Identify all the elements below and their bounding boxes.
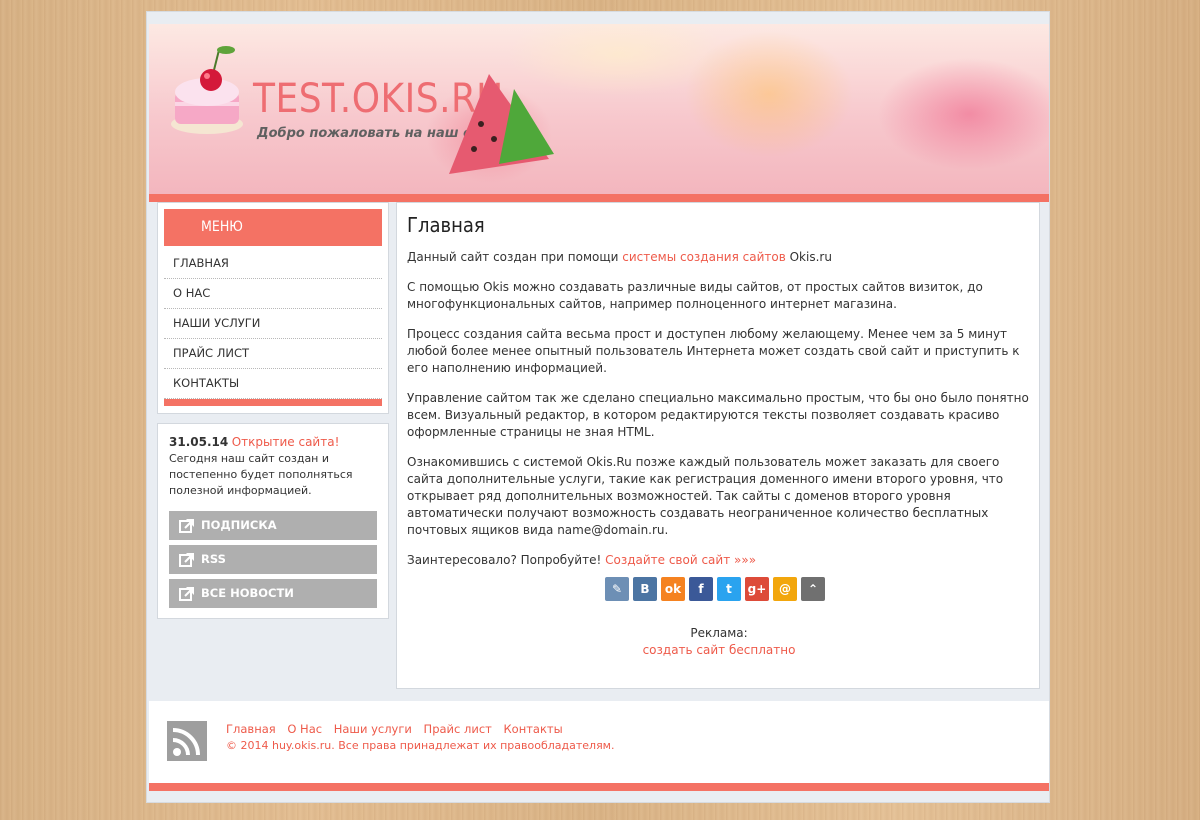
external-link-icon (179, 519, 194, 533)
menu-item-pricelist[interactable]: ПРАЙС ЛИСТ (164, 339, 382, 369)
menu-item-about[interactable]: О НАС (164, 279, 382, 309)
mailru-icon[interactable]: @ (773, 577, 797, 601)
livejournal-icon[interactable]: ✎ (605, 577, 629, 601)
news-text: Сегодня наш сайт создан и постепенно буд… (169, 452, 353, 497)
footer: Главная О Нас Наши услуги Прайс лист Кон… (149, 701, 1049, 783)
paragraph-text: Заинтересовало? Попробуйте! (407, 553, 606, 567)
footer-link-contacts[interactable]: Контакты (504, 722, 563, 736)
news-date: 31.05.14 (169, 435, 229, 449)
create-site-link[interactable]: Создайте свой сайт »»» (605, 553, 756, 567)
all-news-label: ВСЕ НОВОСТИ (201, 586, 294, 600)
watermelon-cake-decoration (449, 74, 554, 174)
page-container: TEST.OKIS.RU Добро пожаловать на наш сай… (146, 11, 1050, 803)
facebook-icon[interactable]: f (689, 577, 713, 601)
twitter-icon[interactable]: t (717, 577, 741, 601)
menu-item-services[interactable]: НАШИ УСЛУГИ (164, 309, 382, 339)
subscribe-button[interactable]: ПОДПИСКА (169, 511, 377, 540)
header-accent-bar (149, 194, 1049, 202)
main-content: Главная Данный сайт создан при помощи си… (396, 202, 1040, 689)
paragraph-text: Данный сайт создан при помощи (407, 250, 623, 264)
news-widget: 31.05.14 Открытие сайта! Сегодня наш сай… (157, 423, 389, 619)
footer-accent-bar (149, 783, 1049, 791)
content-paragraph: Данный сайт создан при помощи системы со… (407, 249, 1029, 266)
vkontakte-icon[interactable]: B (633, 577, 657, 601)
news-item: 31.05.14 Открытие сайта! Сегодня наш сай… (169, 434, 374, 499)
content-paragraph: Ознакомившись с системой Okis.Ru позже к… (407, 455, 1004, 537)
cake-logo-icon[interactable] (169, 40, 249, 140)
footer-link-about[interactable]: О Нас (287, 722, 322, 736)
menu-item-home[interactable]: ГЛАВНАЯ (164, 249, 382, 279)
ad-label: Реклама: (690, 626, 748, 640)
external-link-icon (179, 553, 194, 567)
content-paragraph: С помощью Okis можно создавать различные… (407, 280, 983, 311)
social-share-bar: ✎ Bok f t g+ @ ⌃ (605, 577, 829, 601)
googleplus-icon[interactable]: g+ (745, 577, 769, 601)
news-title-link[interactable]: Открытие сайта! (232, 435, 340, 449)
footer-link-home[interactable]: Главная (226, 722, 276, 736)
menu-heading: МЕНЮ (164, 209, 382, 246)
menu-list: ГЛАВНАЯ О НАС НАШИ УСЛУГИ ПРАЙС ЛИСТ КОН… (164, 249, 382, 399)
copyright-text: © 2014 huy.okis.ru. Все права принадлежа… (226, 739, 615, 752)
odnoklassniki-icon[interactable]: ok (661, 577, 685, 601)
all-news-button[interactable]: ВСЕ НОВОСТИ (169, 579, 377, 608)
subscribe-label: ПОДПИСКА (201, 518, 277, 532)
rss-button[interactable]: RSS (169, 545, 377, 574)
footer-link-services[interactable]: Наши услуги (334, 722, 412, 736)
site-builder-link[interactable]: системы создания сайтов (622, 250, 786, 264)
more-icon[interactable]: ⌃ (801, 577, 825, 601)
menu-bottom-bar (164, 399, 382, 406)
footer-link-pricelist[interactable]: Прайс лист (424, 722, 492, 736)
page-title: Главная (407, 213, 485, 237)
content-paragraph: Управление сайтом так же сделано специал… (407, 391, 1029, 439)
external-link-icon (179, 587, 194, 601)
sidebar-menu: МЕНЮ ГЛАВНАЯ О НАС НАШИ УСЛУГИ ПРАЙС ЛИС… (157, 202, 389, 414)
ad-link[interactable]: создать сайт бесплатно (397, 643, 1041, 657)
menu-item-contacts[interactable]: КОНТАКТЫ (164, 369, 382, 399)
rss-label: RSS (201, 552, 226, 566)
footer-nav: Главная О Нас Наши услуги Прайс лист Кон… (226, 722, 571, 736)
header-banner: TEST.OKIS.RU Добро пожаловать на наш сай… (149, 24, 1049, 194)
content-paragraph: Процесс создания сайта весьма прост и до… (407, 327, 1020, 375)
content-paragraph: Заинтересовало? Попробуйте! Создайте сво… (407, 552, 1029, 569)
rss-icon[interactable] (167, 721, 207, 761)
paragraph-text: Okis.ru (785, 250, 832, 264)
